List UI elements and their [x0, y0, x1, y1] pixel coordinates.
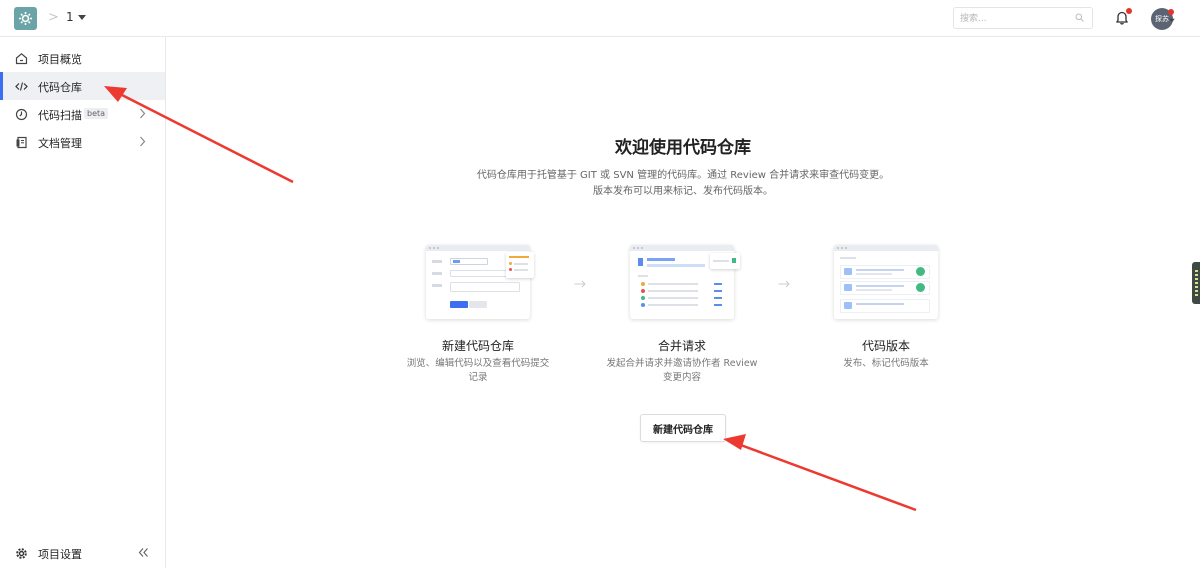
step-description-line: 浏览、编辑代码以及查看代码提交 — [406, 358, 550, 369]
scan-icon — [15, 108, 28, 121]
step-description-line: 发布、标记代码版本 — [843, 358, 929, 369]
gear-logo-icon — [19, 12, 32, 25]
sidebar: 项目概览 代码仓库 代码扫描 beta 文档管理 项目设置 — [0, 37, 166, 568]
sidebar-item-code-scan[interactable]: 代码扫描 beta — [0, 100, 165, 128]
search-icon[interactable] — [1075, 13, 1084, 22]
project-logo[interactable] — [14, 7, 37, 30]
step-description: 发起合并请求并邀请协作者 Review 变更内容 — [597, 357, 767, 385]
sidebar-item-docs[interactable]: 文档管理 — [0, 128, 165, 156]
project-name: 1 — [66, 10, 74, 24]
floating-side-handle[interactable] — [1192, 262, 1200, 304]
sidebar-item-overview[interactable]: 项目概览 — [0, 44, 165, 72]
step-description-line: 变更内容 — [662, 372, 701, 383]
avatar-text: 探苏 — [1155, 15, 1169, 23]
top-bar: > 1 探苏 — [0, 0, 1200, 37]
avatar-caret-icon[interactable] — [1169, 18, 1175, 23]
sidebar-item-label: 代码仓库 — [38, 81, 82, 94]
gear-icon — [16, 548, 27, 559]
step-title: 代码版本 — [861, 339, 910, 353]
beta-badge: beta — [84, 108, 109, 119]
avatar-status-dot — [1168, 9, 1174, 15]
chevron-right-icon — [140, 136, 146, 147]
sidebar-footer: 项目设置 — [0, 539, 165, 567]
create-repo-button[interactable]: 新建代码仓库 — [640, 414, 726, 442]
step-description: 浏览、编辑代码以及查看代码提交 记录 — [393, 357, 563, 385]
page-description-2: 版本发布可以用来标记、发布代码版本。 — [593, 186, 773, 197]
home-icon — [15, 53, 28, 65]
project-switcher[interactable]: 1 — [66, 10, 86, 24]
document-icon — [16, 136, 27, 149]
caret-down-icon — [77, 15, 86, 20]
step-description-line: 发起合并请求并邀请协作者 Review — [606, 358, 758, 369]
search-input[interactable] — [960, 11, 1070, 26]
notification-dot — [1126, 8, 1132, 14]
arrow-right-icon — [778, 280, 790, 288]
page-title: 欢迎使用代码仓库 — [615, 138, 751, 158]
arrow-right-icon — [574, 280, 586, 288]
breadcrumb-separator: > — [48, 10, 59, 25]
sidebar-item-code-repo[interactable]: 代码仓库 — [0, 72, 165, 100]
step-title: 新建代码仓库 — [441, 339, 514, 353]
step-description: 发布、标记代码版本 — [801, 357, 971, 371]
popover-illustration — [710, 253, 740, 269]
sidebar-item-label: 项目概览 — [38, 53, 82, 66]
code-icon — [15, 82, 28, 91]
sidebar-item-settings[interactable]: 项目设置 — [0, 539, 130, 567]
sidebar-item-label: 项目设置 — [38, 548, 82, 561]
page-description: 代码仓库用于托管基于 GIT 或 SVN 管理的代码库。通过 Review 合并… — [476, 170, 890, 181]
code-version-illustration — [834, 245, 938, 319]
double-chevron-left-icon[interactable] — [138, 547, 149, 558]
search-box[interactable] — [953, 7, 1093, 29]
step-title: 合并请求 — [657, 339, 706, 353]
chevron-right-icon — [140, 108, 146, 119]
dropdown-illustration — [506, 252, 534, 278]
sidebar-item-label: 代码扫描 — [38, 109, 82, 122]
sidebar-item-label: 文档管理 — [38, 137, 82, 150]
main-content: 欢迎使用代码仓库 代码仓库用于托管基于 GIT 或 SVN 管理的代码库。通过 … — [166, 37, 1200, 568]
notification-button[interactable] — [1115, 8, 1132, 28]
step-description-line: 记录 — [468, 372, 488, 383]
